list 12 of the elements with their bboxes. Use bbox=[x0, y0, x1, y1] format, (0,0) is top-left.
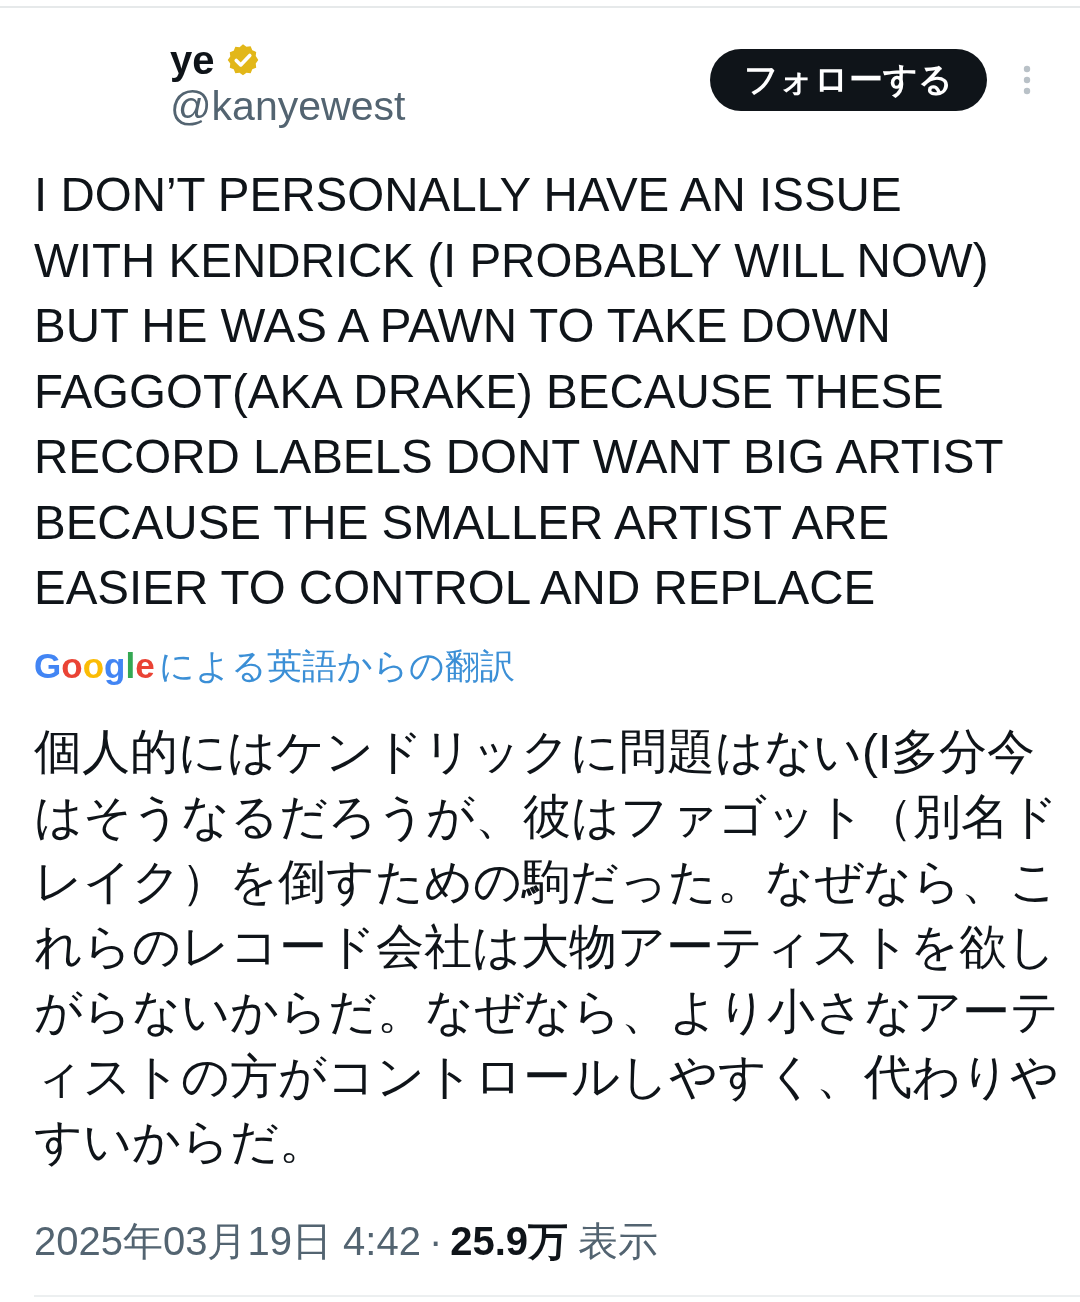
more-options-icon[interactable] bbox=[1023, 65, 1031, 95]
post-timestamp[interactable]: 2025年03月19日 4:42 bbox=[34, 1213, 421, 1269]
view-count: 25.9万 bbox=[450, 1217, 569, 1265]
author-name[interactable]: ye bbox=[170, 38, 215, 82]
translated-text: 個人的にはケンドリックに問題はない(I多分今はそうなるだろうが、彼はファゴット（別名ドレイク）を倒すための駒だった。なぜなら、これらのレコード会社は大物アーティストを欲しがらないからだ。なぜなら、より小さなアーティストの方がコントロールしやすく、代わりやすいからだ。 bbox=[34, 723, 1060, 1170]
post-text: I DON’T PERSONALLY HAVE AN ISSUE WITH KENDRICK (I PROBABLY WILL NOW) BUT HE WAS A PAWN TO TAKE DOWN FAGGOT(AKA DRAKE) BECAUSE THESE RECORD LABELS DONT WANT BIG ARTIST BECAUSE THE SMALLER ARTIST ARE EASIER TO CONTROL AND REPLACE bbox=[34, 167, 1004, 616]
translation-link[interactable]: による英語からの翻訳 bbox=[158, 642, 515, 690]
separator-dot: · bbox=[428, 1218, 443, 1264]
follow-button[interactable]: フォローする bbox=[710, 49, 987, 111]
google-logo: Google bbox=[34, 645, 155, 686]
author-handle[interactable]: @kanyewest bbox=[170, 82, 406, 130]
views-label: 表示 bbox=[578, 1217, 659, 1265]
